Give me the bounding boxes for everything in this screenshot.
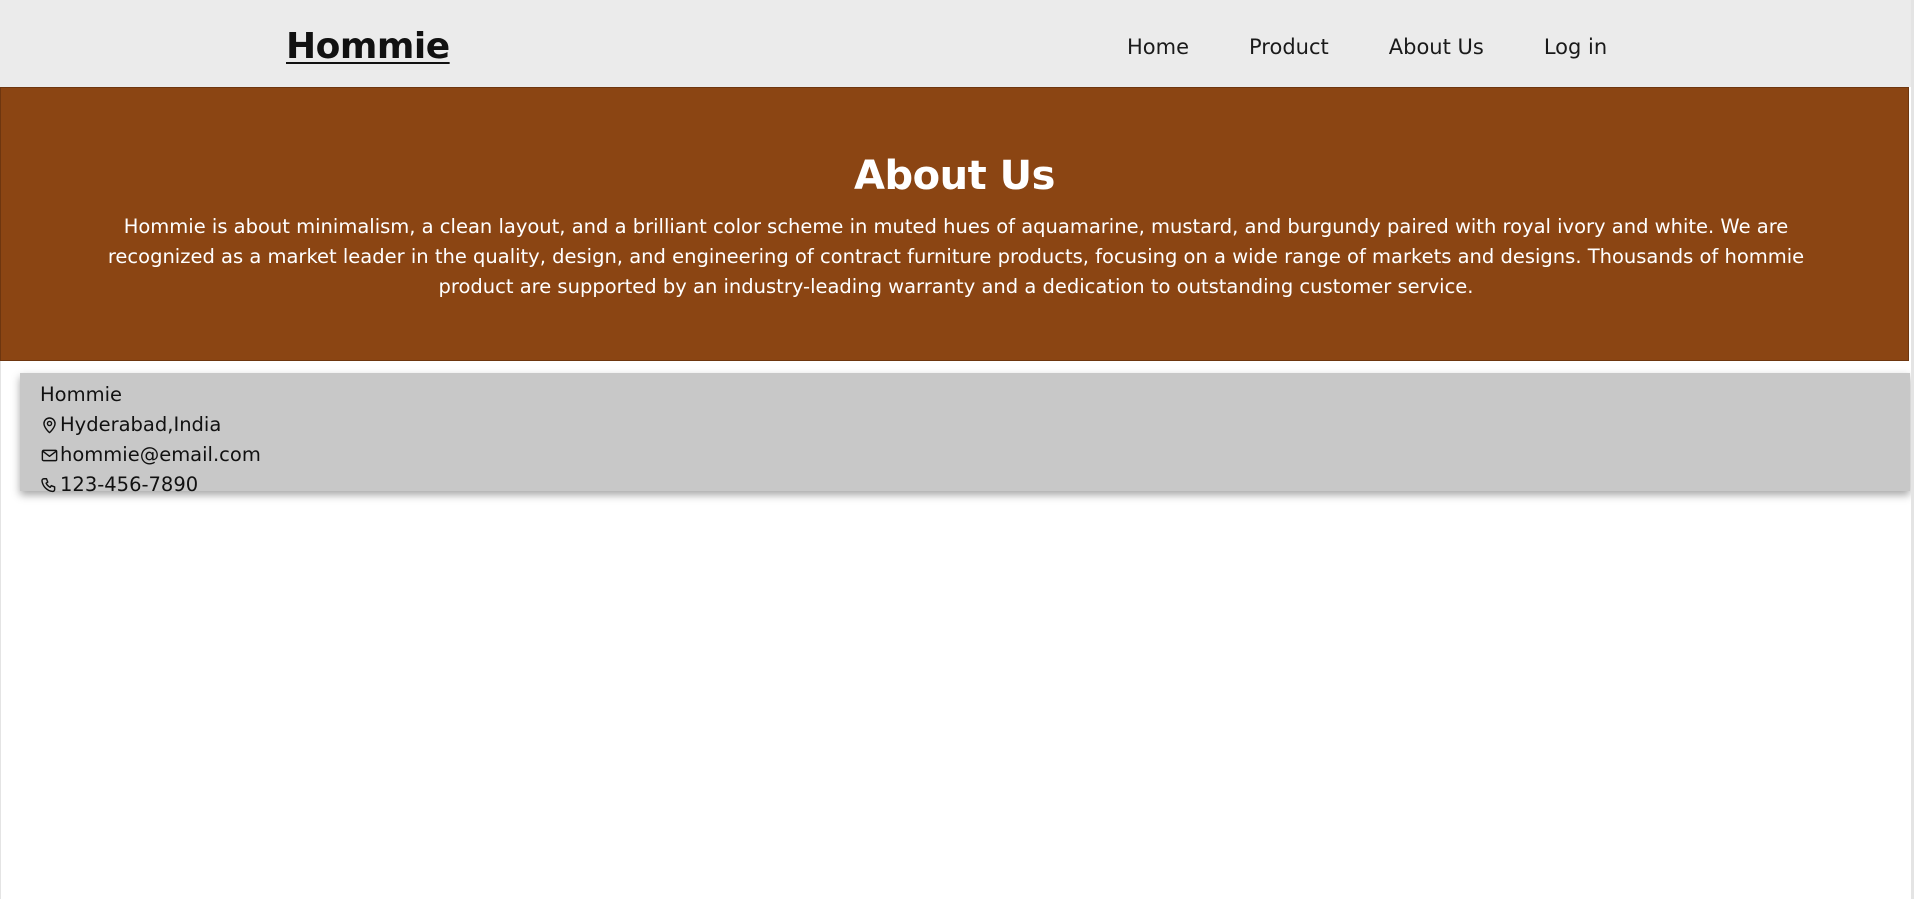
phone-icon: [40, 476, 59, 495]
contact-footer: Hommie Hyderabad,India hommie@email.com: [20, 373, 1910, 496]
phone-text[interactable]: 123-456-7890: [60, 473, 198, 497]
nav-link-product[interactable]: Product: [1249, 35, 1329, 60]
contact-email: hommie@email.com: [40, 443, 261, 467]
location-text: Hyderabad,India: [60, 413, 222, 436]
nav-link-log-in[interactable]: Log in: [1544, 35, 1607, 60]
contact-location: Hyderabad,India: [40, 413, 221, 437]
navbar: Hommie Home Product About Us Log in: [0, 0, 1911, 87]
company-name-text: Hommie: [40, 383, 122, 406]
about-hero: About Us Hommie is about minimalism, a c…: [0, 87, 1909, 361]
page-left-divider: [0, 361, 1, 899]
page: Hommie Home Product About Us Log in Abou…: [0, 0, 1914, 899]
brand-logo-link[interactable]: Hommie: [286, 25, 450, 68]
contact-company-name: Hommie: [40, 383, 122, 407]
page-title: About Us: [854, 153, 1055, 199]
contact-phone: 123-456-7890: [40, 473, 198, 497]
email-text[interactable]: hommie@email.com: [60, 443, 261, 467]
envelope-icon: [40, 446, 59, 465]
map-pin-icon: [40, 416, 59, 435]
nav-link-about-us[interactable]: About Us: [1389, 35, 1484, 60]
nav-links: Home Product About Us Log in: [1127, 35, 1607, 60]
about-description: Hommie is about minimalism, a clean layo…: [107, 215, 1805, 298]
nav-link-home[interactable]: Home: [1127, 35, 1189, 60]
